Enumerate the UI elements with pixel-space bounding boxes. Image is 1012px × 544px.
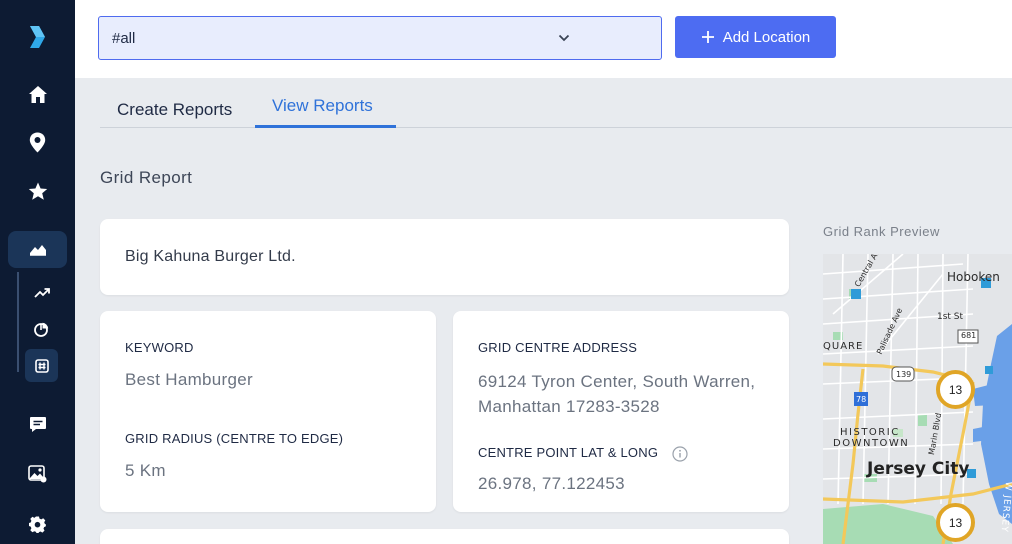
submenu-item-trends[interactable] [25,276,58,309]
sidebar-item-home[interactable] [0,76,75,112]
business-name: Big Kahuna Burger Ltd. [125,248,296,265]
page-title: Grid Report [100,168,193,187]
address-card: GRID CENTRE ADDRESS 69124 Tyron Center, … [453,311,789,512]
keyword-value: Best Hamburger [125,370,253,389]
add-location-button[interactable]: Add Location [675,16,836,58]
latlong-label-row: CENTRE POINT LAT & LONG [478,445,688,462]
grid-rank-map[interactable]: Hoboken Central Ave Palisade Ave 1st St … [823,254,1012,544]
home-icon [28,85,47,103]
rank-pin-value: 13 [948,382,963,397]
chart-mountain-icon [29,245,46,256]
sidebar-item-messages[interactable] [0,406,75,442]
map-label-hoboken: Hoboken [947,270,1000,284]
next-card [100,529,789,544]
grid-rank-preview-label: Grid Rank Preview [823,224,940,239]
rank-pin-value: 13 [948,515,963,530]
map-label-139: 139 [896,370,912,379]
tab-view-reports[interactable]: View Reports [272,84,373,128]
address-line-2: Manhattan 17283-3528 [478,397,660,416]
grid-hash-icon [34,358,49,373]
sidebar [0,0,75,544]
report-tabs: Create Reports View Reports [100,84,1012,128]
image-icon [28,465,47,483]
star-icon [28,182,47,200]
sidebar-item-reports[interactable] [0,231,75,267]
active-tab-underline [255,125,396,128]
keyword-card: KEYWORD Best Hamburger GRID RADIUS (CENT… [100,311,436,512]
business-card: Big Kahuna Burger Ltd. [100,219,789,295]
chat-icon [29,416,46,432]
latlong-label: CENTRE POINT LAT & LONG [478,445,659,460]
logo-chevron-icon[interactable] [28,24,46,50]
location-select-value: #all [112,29,136,47]
trend-up-icon [33,288,50,298]
submenu-item-grid[interactable] [25,349,58,382]
sidebar-item-settings[interactable] [0,506,75,542]
submenu-line [17,272,19,372]
grid-radius-label: GRID RADIUS (CENTRE TO EDGE) [125,431,344,446]
top-bar: #all Add Location [75,0,1012,78]
map-label-quare: QUARE [823,341,864,352]
sidebar-item-reviews[interactable] [0,173,75,209]
gear-icon [29,516,46,533]
grid-centre-address-label: GRID CENTRE ADDRESS [478,340,638,355]
sidebar-item-locations[interactable] [0,124,75,160]
map-label-78: 78 [856,395,867,404]
tab-create-reports[interactable]: Create Reports [117,88,232,132]
rank-pin[interactable]: 13 [936,503,975,542]
map-label-1st-st: 1st St [937,312,964,322]
map-label-jersey-city: Jersey City [867,459,970,479]
pie-chart-icon [34,322,49,337]
submenu-item-analytics[interactable] [25,313,58,346]
map-background [823,254,1012,544]
add-location-label: Add Location [722,28,811,46]
location-select[interactable]: #all [98,16,662,60]
map-label-681: 681 [961,331,977,340]
grid-radius-value: 5 Km [125,461,166,480]
keyword-label: KEYWORD [125,340,194,355]
location-pin-icon [29,132,46,152]
rank-pin[interactable]: 13 [936,370,975,409]
plus-icon [701,31,714,43]
map-label-downtown: DOWNTOWN [833,438,910,449]
address-line-1: 69124 Tyron Center, South Warren, [478,372,756,391]
chevron-down-icon [558,34,570,42]
sidebar-item-media[interactable] [0,456,75,492]
info-icon[interactable] [672,445,688,462]
latlong-value: 26.978, 77.122453 [478,474,625,493]
map-label-historic: HISTORIC [840,427,900,438]
